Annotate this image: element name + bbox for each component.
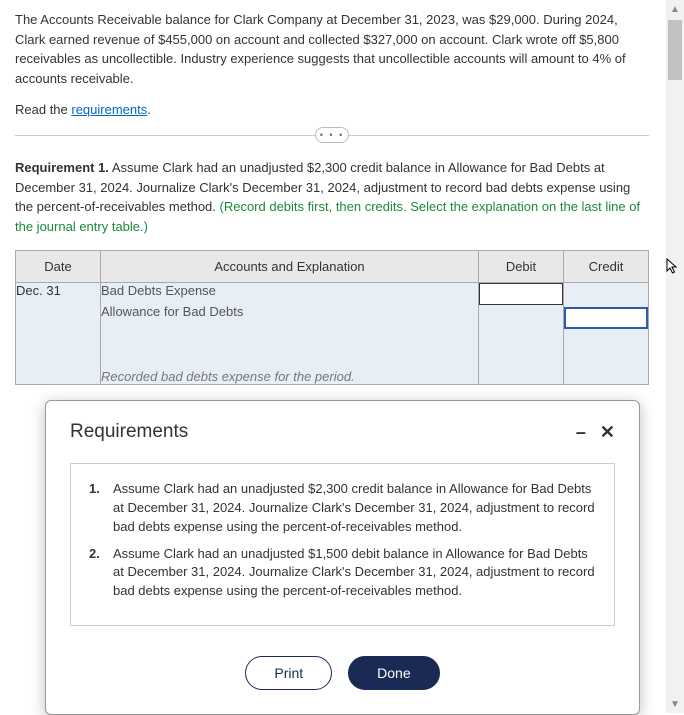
- minimize-icon[interactable]: –: [576, 422, 586, 443]
- header-debit: Debit: [479, 251, 564, 283]
- accounts-cell: Bad Debts Expense Allowance for Bad Debt…: [101, 283, 479, 385]
- req-text-1: Assume Clark had an unadjusted $2,300 cr…: [113, 480, 596, 537]
- close-icon[interactable]: ✕: [600, 422, 615, 443]
- list-item: 2. Assume Clark had an unadjusted $1,500…: [89, 545, 596, 602]
- scroll-up-icon[interactable]: ▲: [666, 0, 684, 18]
- section-divider: • • •: [15, 135, 649, 136]
- explanation-line[interactable]: Recorded bad debts expense for the perio…: [101, 369, 478, 384]
- debit-cell: [479, 283, 564, 385]
- requirement-1-label: Requirement 1.: [15, 160, 109, 175]
- account-credit-line[interactable]: Allowance for Bad Debts: [101, 304, 478, 319]
- header-credit: Credit: [564, 251, 649, 283]
- modal-title: Requirements: [70, 421, 188, 443]
- modal-body: 1. Assume Clark had an unadjusted $2,300…: [70, 463, 615, 626]
- requirements-link[interactable]: requirements: [71, 102, 147, 117]
- list-item: 1. Assume Clark had an unadjusted $2,300…: [89, 480, 596, 537]
- table-row: Dec. 31 Bad Debts Expense Allowance for …: [16, 283, 649, 385]
- expand-icon[interactable]: • • •: [315, 127, 349, 143]
- modal-footer: Print Done: [46, 646, 639, 714]
- req-text-2: Assume Clark had an unadjusted $1,500 de…: [113, 545, 596, 602]
- date-cell: Dec. 31: [16, 283, 101, 385]
- scrollbar-thumb[interactable]: [668, 20, 682, 80]
- requirements-modal: Requirements – ✕ 1. Assume Clark had an …: [45, 400, 640, 715]
- print-button[interactable]: Print: [245, 656, 332, 690]
- journal-entry-table: Date Accounts and Explanation Debit Cred…: [15, 250, 649, 385]
- read-requirements-line: Read the requirements.: [15, 102, 649, 117]
- header-accounts: Accounts and Explanation: [101, 251, 479, 283]
- header-date: Date: [16, 251, 101, 283]
- done-button[interactable]: Done: [348, 656, 439, 690]
- read-prefix: Read the: [15, 102, 71, 117]
- requirement-1-block: Requirement 1. Assume Clark had an unadj…: [15, 158, 649, 236]
- req-num-2: 2.: [89, 545, 113, 602]
- read-suffix: .: [147, 102, 151, 117]
- debit-input[interactable]: [479, 283, 563, 305]
- problem-statement: The Accounts Receivable balance for Clar…: [15, 10, 649, 88]
- vertical-scrollbar[interactable]: ▲ ▼: [666, 0, 684, 713]
- scroll-down-icon[interactable]: ▼: [666, 695, 684, 713]
- req-num-1: 1.: [89, 480, 113, 537]
- modal-header: Requirements – ✕: [46, 401, 639, 453]
- account-debit-line[interactable]: Bad Debts Expense: [101, 283, 478, 298]
- credit-input[interactable]: [564, 307, 648, 329]
- credit-cell: [564, 283, 649, 385]
